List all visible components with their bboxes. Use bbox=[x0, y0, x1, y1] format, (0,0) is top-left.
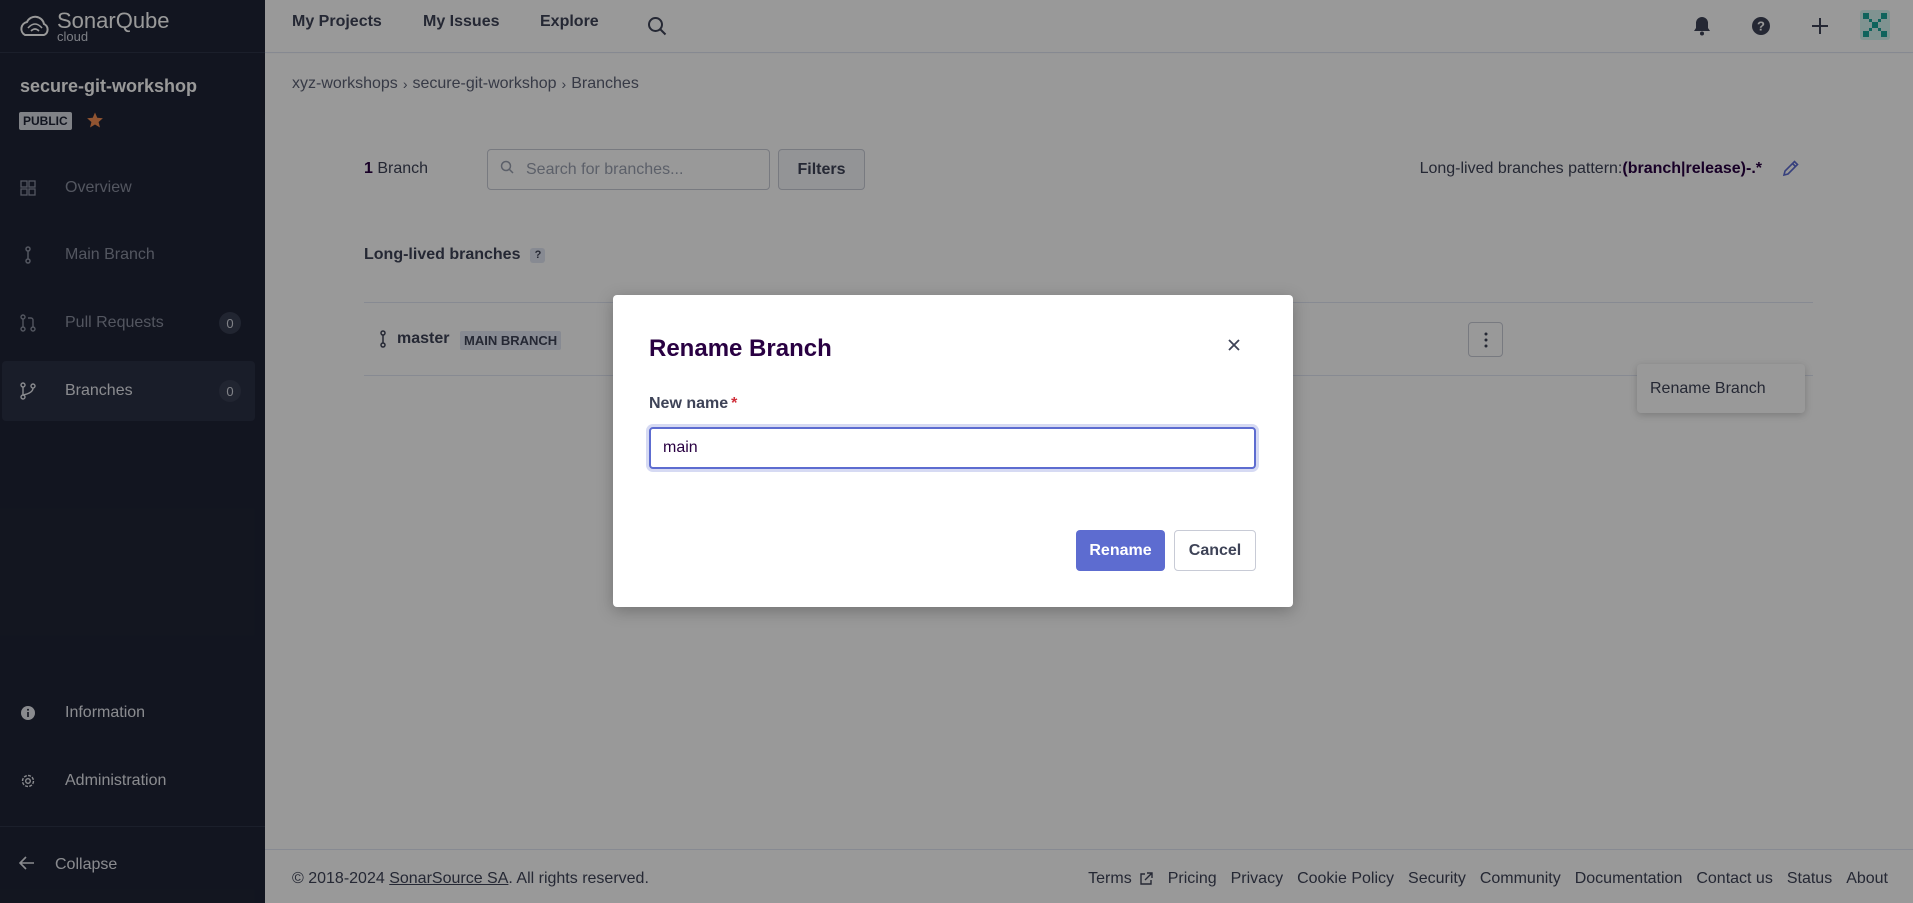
cancel-button[interactable]: Cancel bbox=[1174, 530, 1256, 571]
new-name-label: New name * bbox=[649, 395, 737, 413]
required-mark: * bbox=[731, 395, 738, 412]
rename-branch-dialog: Rename Branch New name* Rename Cancel bbox=[613, 295, 1293, 607]
rename-button[interactable]: Rename bbox=[1076, 530, 1165, 571]
close-icon[interactable] bbox=[1224, 335, 1244, 355]
dialog-title: Rename Branch bbox=[649, 335, 832, 362]
new-name-label-text: New name bbox=[649, 395, 729, 412]
new-name-input[interactable] bbox=[649, 427, 1256, 469]
